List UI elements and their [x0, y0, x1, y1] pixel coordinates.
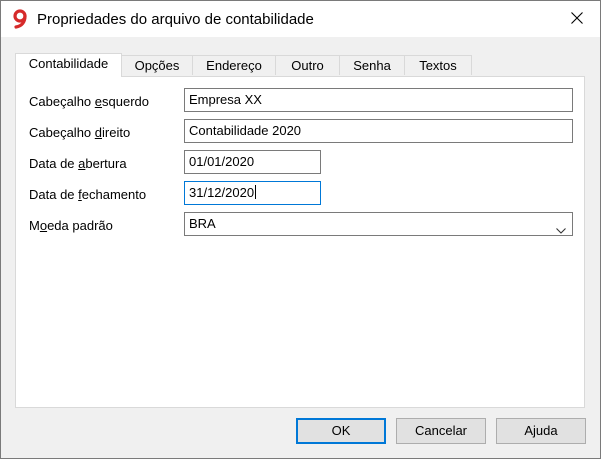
opening-date-label-part: Data de	[29, 156, 79, 171]
currency-label-part: M	[29, 218, 40, 233]
tab-endereco[interactable]: Endereço	[192, 55, 276, 75]
closing-date-input[interactable]: 31/12/2020	[184, 181, 321, 205]
closing-date-label: Data de fechamento	[29, 187, 146, 202]
left-header-label-part: Cabeçalho	[29, 94, 95, 109]
cancel-button[interactable]: Cancelar	[396, 418, 486, 444]
right-header-label: Cabeçalho direito	[29, 125, 130, 140]
tab-contabilidade[interactable]: Contabilidade	[15, 53, 122, 77]
help-button[interactable]: Ajuda	[496, 418, 586, 444]
tab-panel-contabilidade: Cabeçalho esquerdo Empresa XX Cabeçalho …	[15, 76, 585, 408]
currency-selected-value: BRA	[189, 216, 216, 231]
opening-date-input[interactable]: 01/01/2020	[184, 150, 321, 174]
closing-date-value: 31/12/2020	[189, 185, 255, 200]
text-caret	[255, 185, 257, 199]
dialog-window: Propriedades do arquivo de contabilidade…	[0, 0, 601, 459]
left-header-input[interactable]: Empresa XX	[184, 88, 573, 112]
chevron-down-icon	[556, 220, 566, 235]
opening-date-label: Data de abertura	[29, 156, 127, 171]
ok-button[interactable]: OK	[296, 418, 386, 444]
left-header-label-accesskey: e	[94, 94, 103, 109]
closing-date-label-part: Data de	[29, 187, 79, 202]
tab-strip: Contabilidade Opções Endereço Outro Senh…	[15, 53, 575, 77]
banana-9-logo-icon	[11, 9, 31, 29]
window-title: Propriedades do arquivo de contabilidade	[37, 11, 314, 28]
tab-outro[interactable]: Outro	[275, 55, 340, 75]
tab-senha[interactable]: Senha	[339, 55, 405, 75]
title-bar: Propriedades do arquivo de contabilidade	[1, 1, 600, 37]
right-header-label-accesskey: d	[94, 125, 103, 140]
closing-date-label-part: echamento	[81, 187, 147, 202]
right-header-input[interactable]: Contabilidade 2020	[184, 119, 573, 143]
right-header-label-part: ireito	[102, 125, 131, 140]
right-header-label-part: Cabeçalho	[29, 125, 95, 140]
tab-opcoes[interactable]: Opções	[121, 55, 193, 75]
currency-label: Moeda padrão	[29, 218, 113, 233]
left-header-label-part: squerdo	[102, 94, 149, 109]
currency-select[interactable]: BRA	[184, 212, 573, 236]
left-header-label: Cabeçalho esquerdo	[29, 94, 149, 109]
opening-date-label-part: bertura	[85, 156, 127, 171]
close-icon	[571, 11, 583, 27]
currency-label-part: eda padrão	[47, 218, 113, 233]
tab-textos[interactable]: Textos	[404, 55, 472, 75]
close-button[interactable]	[554, 1, 600, 37]
currency-label-accesskey: o	[39, 218, 48, 233]
